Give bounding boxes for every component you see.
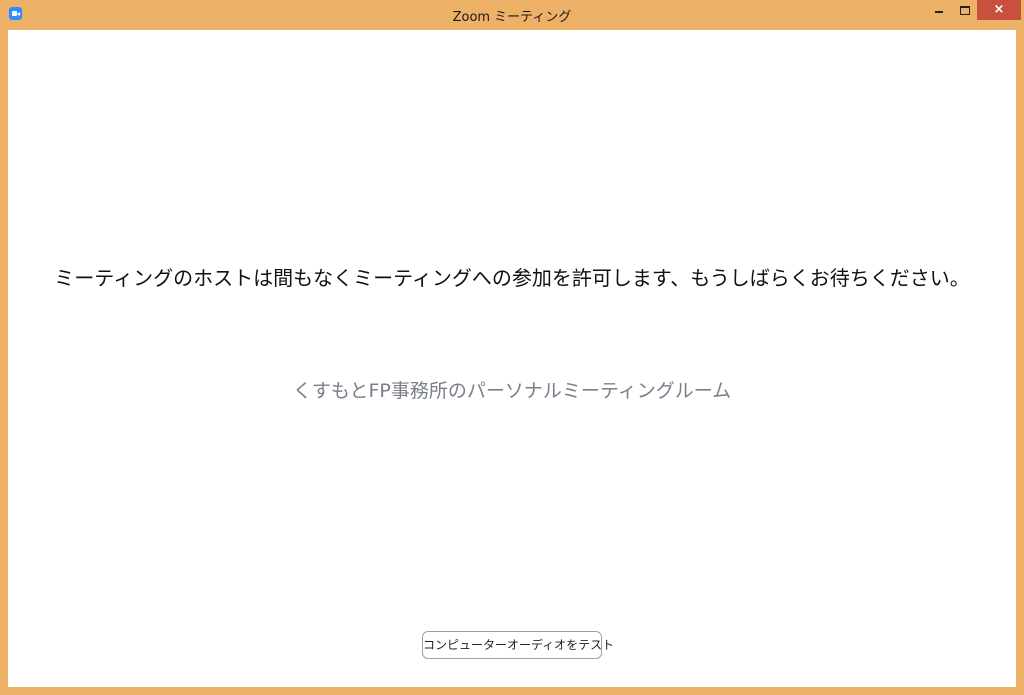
close-icon: × (993, 2, 1005, 17)
window-title: Zoom ミーティング (452, 10, 572, 25)
zoom-window: Zoom ミーティング × ミーティングのホストは間もなくミーティングへの参加を… (0, 0, 1024, 695)
maximize-button[interactable] (952, 0, 978, 20)
close-button[interactable]: × (977, 0, 1021, 20)
waiting-message: ミーティングのホストは間もなくミーティングへの参加を許可します、もうしばらくお待… (54, 266, 970, 290)
waiting-room-panel: ミーティングのホストは間もなくミーティングへの参加を許可します、もうしばらくお待… (8, 30, 1016, 687)
meeting-room-name: くすもとFP事務所のパーソナルミーティングルーム (292, 380, 732, 402)
maximize-icon (960, 6, 970, 15)
title-bar[interactable]: Zoom ミーティング × (0, 0, 1024, 30)
test-computer-audio-button[interactable]: コンピューターオーディオをテスト (422, 631, 614, 659)
minimize-icon (935, 11, 943, 13)
minimize-button[interactable] (926, 0, 952, 20)
